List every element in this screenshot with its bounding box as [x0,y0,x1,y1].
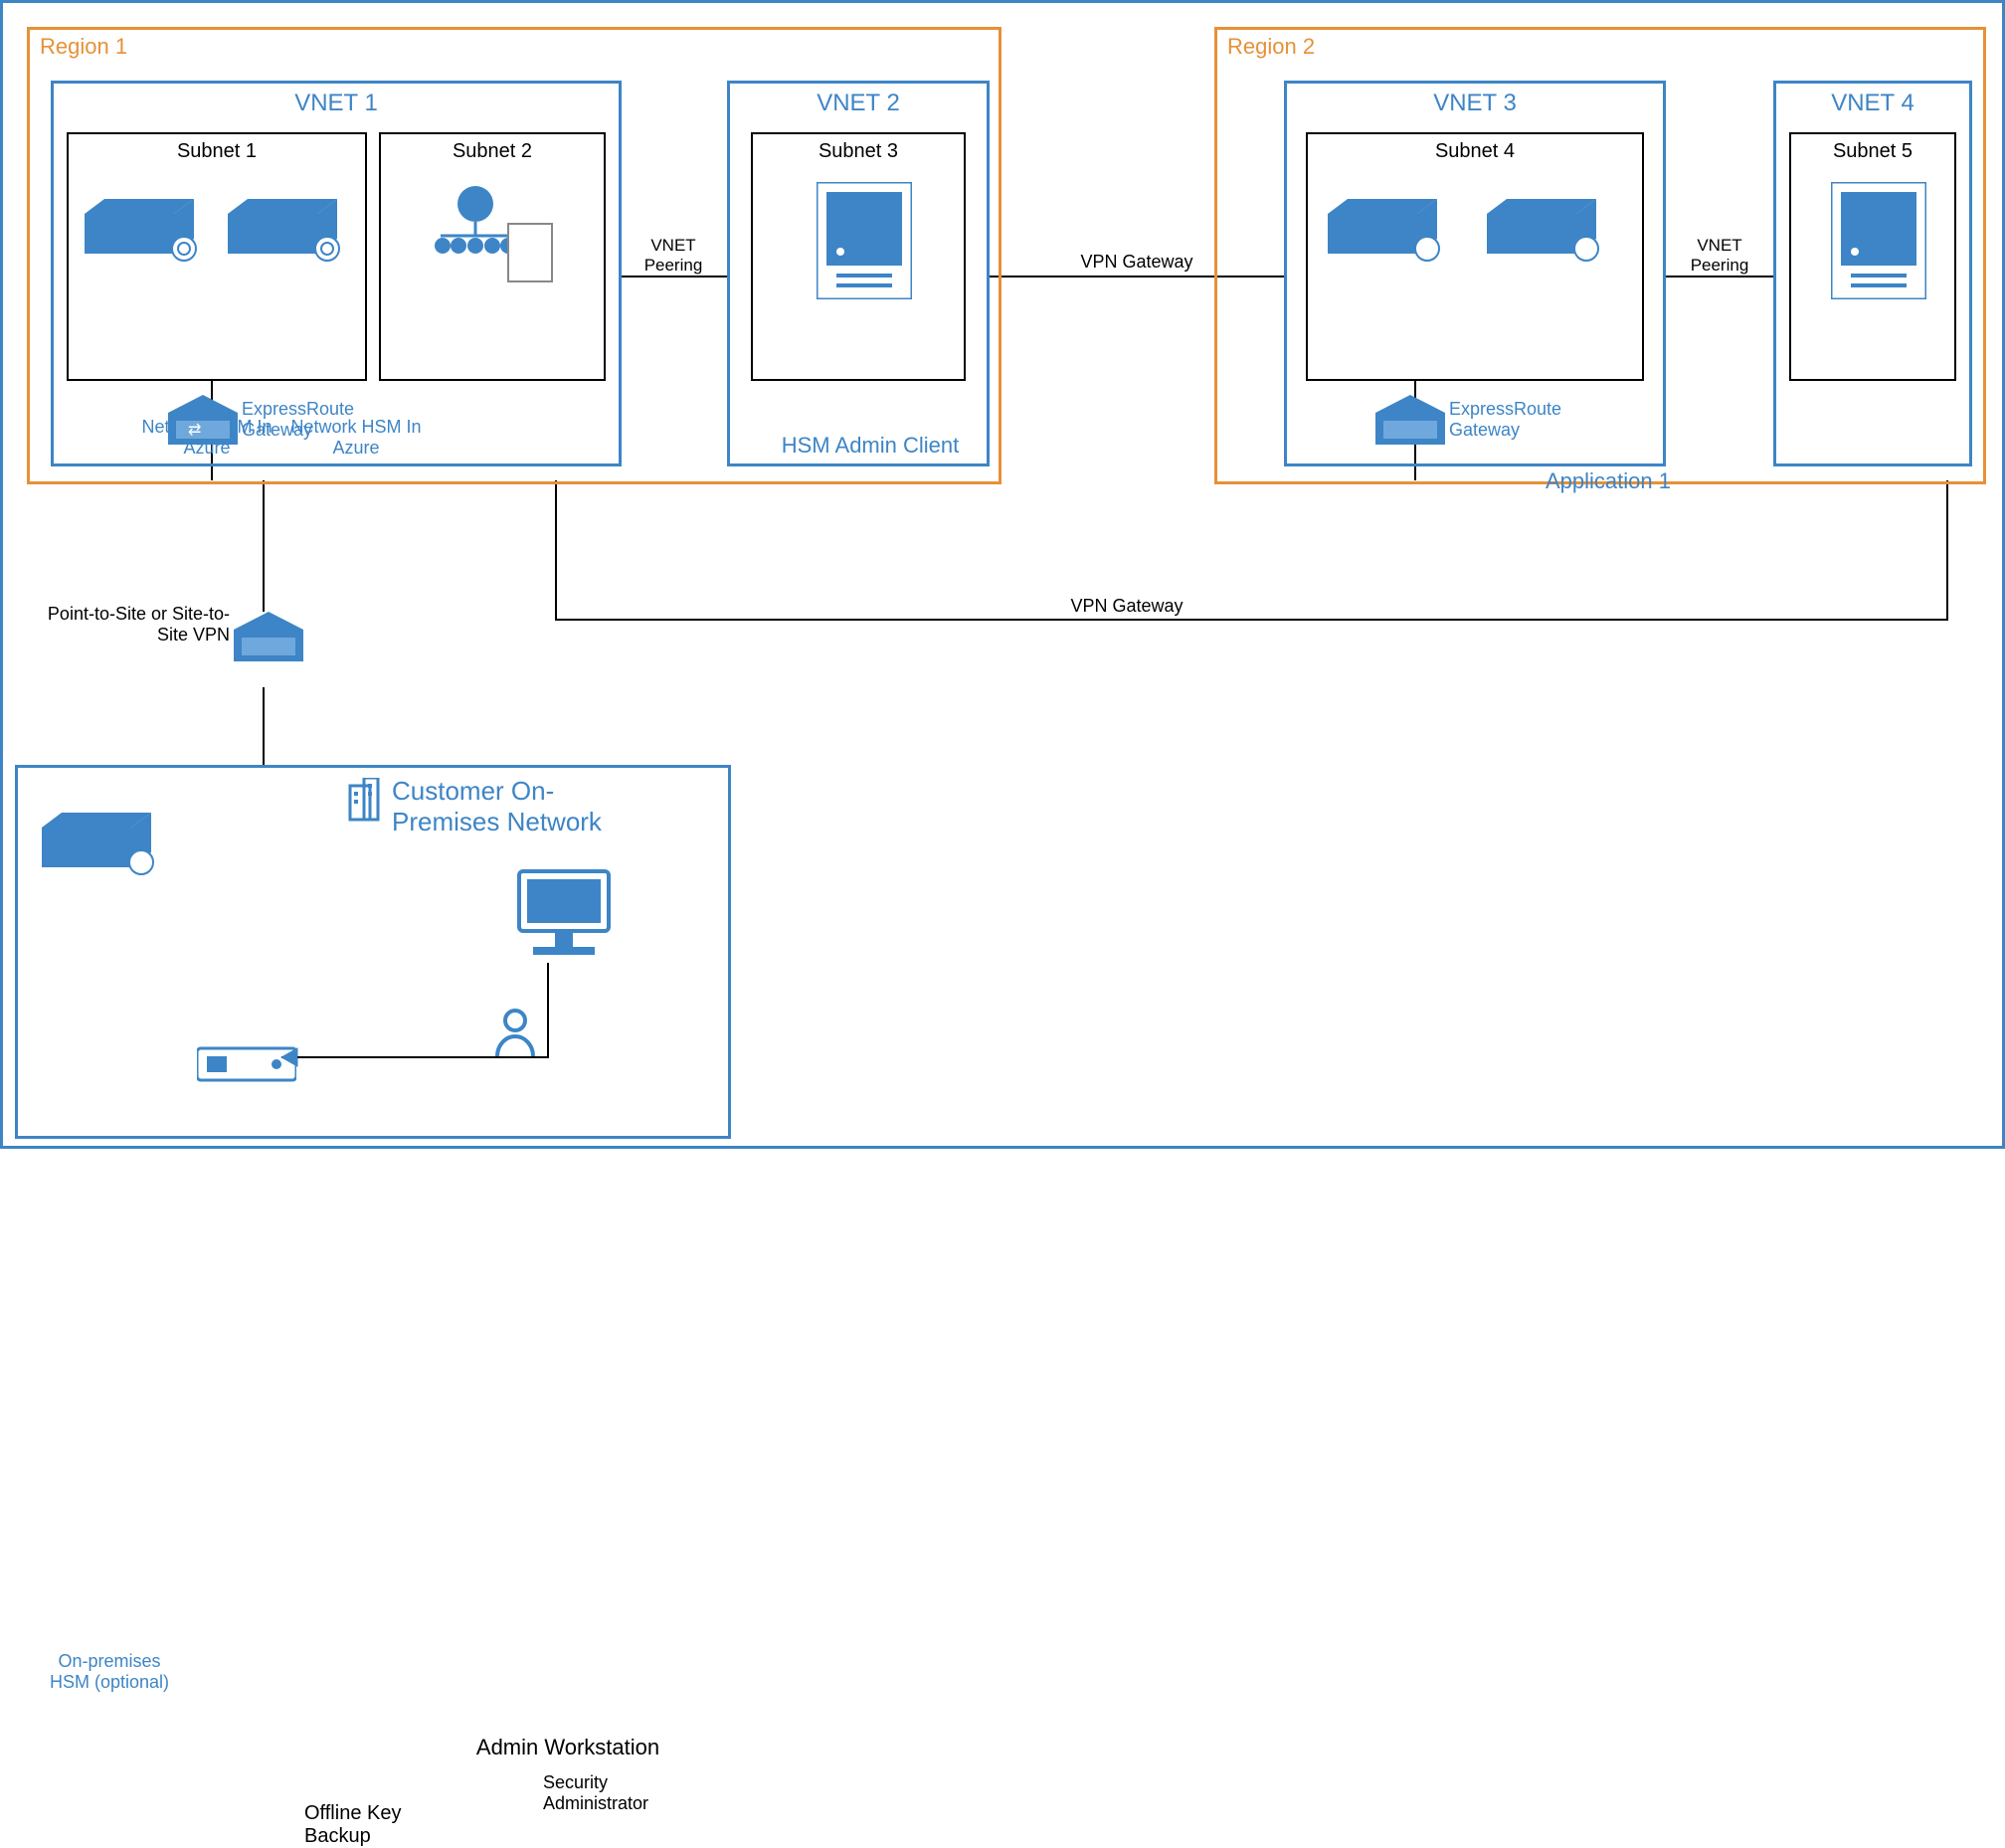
admin-workstation-label: Admin Workstation [454,1735,682,1760]
server-hsm-icon [1487,194,1606,269]
server-hsm-icon [1328,194,1447,269]
gateway-icon [234,612,303,672]
architecture-diagram: Region 1 Region 2 VNET 1 Subnet 1 Networ… [0,0,2005,1149]
vnet-peering-label: VNET Peering [624,236,723,276]
svg-text:⇄: ⇄ [188,422,201,439]
onprem-network: Customer On-Premises Network On-premises… [15,765,731,1139]
workstation-icon [509,867,619,968]
vpn-gateway-label: VPN Gateway [1037,252,1236,273]
backup-device-icon [197,1042,296,1091]
p2s-vpn-label: Point-to-Site or Site-to-Site VPN [31,604,230,646]
offline-key-backup-label: Offline Key Backup [304,1802,444,1848]
region-2-label: Region 2 [1227,34,1315,60]
server-hsm-icon [42,808,161,882]
application-tile-icon [1831,182,1926,304]
vpn-gateway-bottom-label: VPN Gateway [1027,596,1226,617]
server-hsm-icon [228,194,347,269]
onprem-title: Customer On-Premises Network [392,776,631,837]
load-balancer-icon [431,184,560,298]
security-admin-label: Security Administrator [543,1772,702,1814]
subnet-2: Subnet 2 HSM Admin Client [379,132,606,381]
person-icon [493,1009,537,1065]
region-1-label: Region 1 [40,34,127,60]
subnet-5-label: Subnet 5 [1791,140,1954,163]
onprem-hsm-label: On-premises HSM (optional) [40,1651,179,1693]
subnet-3-label: Subnet 3 [753,140,964,163]
subnet-5: Subnet 5 Application 2 [1789,132,1956,381]
vnet-2-label: VNET 2 [730,90,987,117]
expressroute-gateway-label: ExpressRoute Gateway [1449,399,1598,441]
subnet-4-label: Subnet 4 [1308,140,1642,163]
building-icon [346,778,382,827]
subnet-1: Subnet 1 Network HSM In Azure Network HS… [67,132,367,381]
subnet-3: Subnet 3 Application 1 [751,132,966,381]
vnet-1-label: VNET 1 [54,90,619,117]
application-1-label: Application 1 [1501,468,1716,494]
vnet-peering-label: VNET Peering [1670,236,1769,276]
vnet-4-label: VNET 4 [1776,90,1969,117]
gateway-icon [1375,395,1445,456]
application-tile-icon [817,182,912,304]
expressroute-gateway-label: ExpressRoute Gateway [242,399,391,441]
gateway-icon: ⇄ [168,395,238,456]
subnet-2-label: Subnet 2 [381,140,604,163]
subnet-4: Subnet 4 Network HSM In Azure Network HS… [1306,132,1644,381]
subnet-1-label: Subnet 1 [69,140,365,163]
server-hsm-icon [85,194,204,269]
vnet-3-label: VNET 3 [1287,90,1663,117]
